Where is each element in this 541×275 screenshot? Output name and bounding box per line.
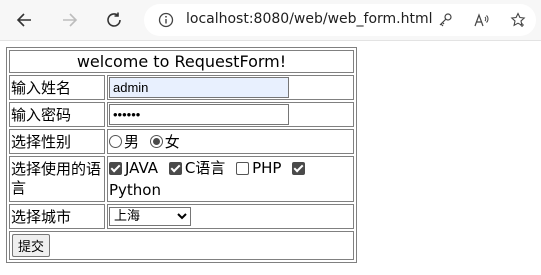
lang-java-label: JAVA [125, 159, 159, 177]
back-arrow-icon [16, 13, 31, 27]
forward-arrow-icon [63, 13, 78, 27]
radio-button-icon[interactable] [109, 135, 122, 148]
lang-c-label: C语言 [184, 159, 226, 177]
info-icon[interactable] [158, 12, 174, 28]
checkbox-checked-icon[interactable] [292, 161, 306, 175]
checkbox-checked-icon[interactable] [168, 161, 182, 175]
key-icon[interactable] [437, 12, 453, 28]
city-select[interactable]: 上海 [109, 207, 191, 226]
name-input[interactable] [109, 77, 289, 98]
lang-java-checkbox[interactable]: JAVA [109, 158, 158, 178]
gender-male-radio[interactable]: 男 [109, 131, 139, 152]
gender-female-label: 女 [164, 133, 180, 151]
lang-php-label: PHP [252, 159, 282, 177]
password-input[interactable] [109, 104, 289, 125]
reload-button[interactable] [100, 6, 128, 34]
request-form-table: welcome to RequestForm! 输入姓名 输入密码 选择性别 男… [6, 47, 357, 263]
name-label: 输入姓名 [9, 75, 105, 100]
add-favorite-icon[interactable] [510, 12, 526, 28]
forward-button[interactable] [56, 6, 84, 34]
read-aloud-icon[interactable] [473, 12, 489, 28]
checkbox-checked-icon[interactable] [109, 161, 122, 175]
gender-female-radio[interactable]: 女 [149, 131, 180, 152]
form-title: welcome to RequestForm! [9, 50, 354, 73]
submit-button[interactable]: 提交 [12, 233, 51, 257]
lang-python-label: Python [109, 180, 161, 199]
submit-cell: 提交 [9, 230, 354, 260]
radio-button-selected-icon[interactable] [149, 135, 163, 148]
languages-label: 选择使用的语言 [9, 156, 105, 202]
password-label: 输入密码 [9, 102, 105, 127]
lang-php-checkbox[interactable]: PHP [236, 158, 281, 178]
lang-c-checkbox[interactable]: C语言 [168, 158, 226, 178]
reload-icon [107, 12, 121, 27]
city-label: 选择城市 [9, 203, 105, 229]
back-button[interactable] [10, 6, 38, 34]
gender-label: 选择性别 [9, 129, 105, 154]
browser-toolbar: localhost:8080/web/web_form.html [0, 0, 541, 41]
lang-python-checkbox[interactable] [292, 161, 308, 175]
checkbox-unchecked-icon[interactable] [236, 161, 250, 175]
url-text[interactable]: localhost:8080/web/web_form.html [186, 11, 433, 27]
address-bar[interactable]: localhost:8080/web/web_form.html [144, 4, 536, 36]
languages-label-text: 选择使用的语言 [11, 159, 102, 197]
gender-male-label: 男 [124, 133, 140, 151]
